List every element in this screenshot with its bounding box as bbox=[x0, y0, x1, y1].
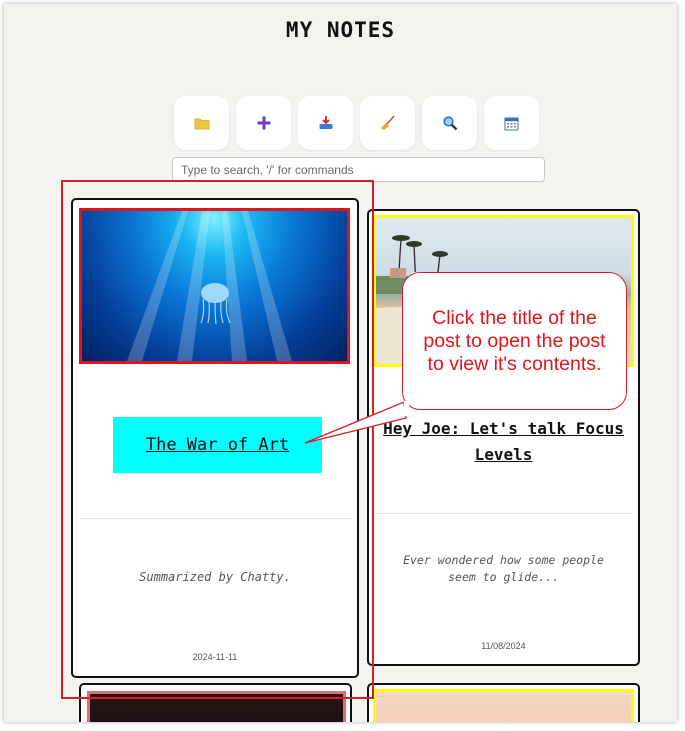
callout-seam bbox=[404, 401, 409, 416]
instruction-callout: Click the title of the post to open the … bbox=[402, 272, 627, 410]
app-window: MY NOTES Type to search, '/' for command… bbox=[4, 4, 677, 722]
